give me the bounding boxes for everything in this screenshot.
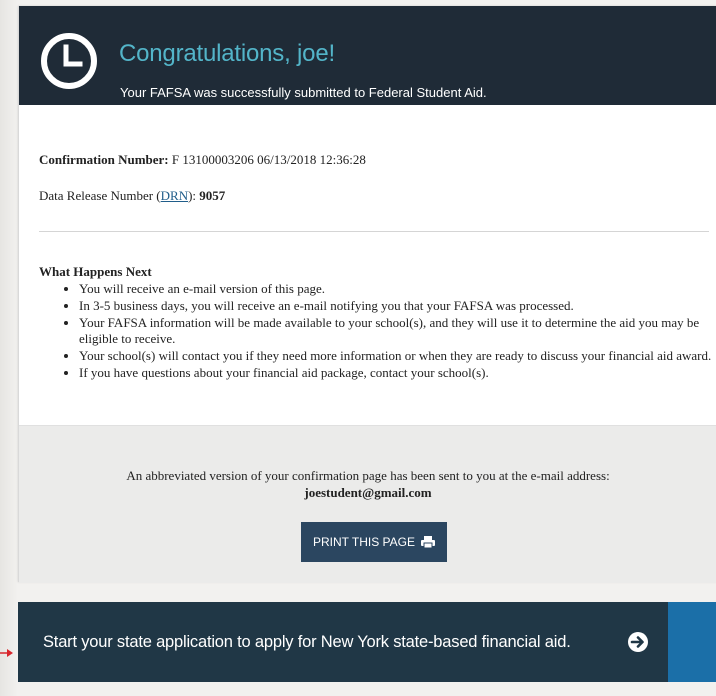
submission-message: Your FAFSA was successfully submitted to…	[120, 85, 487, 100]
divider	[39, 231, 709, 232]
email-notice-text: An abbreviated version of your confirmat…	[126, 468, 610, 483]
confirmation-card: Congratulations, joe! Your FAFSA was suc…	[18, 6, 716, 583]
annotation-arrow-icon	[0, 649, 13, 657]
clock-icon	[41, 33, 97, 89]
confirmation-details: Confirmation Number: F 13100003206 06/13…	[19, 105, 716, 204]
print-button-label: PRINT THIS PAGE	[312, 535, 416, 549]
printer-icon	[421, 536, 436, 548]
email-notice-panel: An abbreviated version of your confirmat…	[19, 425, 716, 583]
state-application-link[interactable]: Start your state application to apply fo…	[18, 633, 627, 652]
list-item: Your FAFSA information will be made avai…	[79, 315, 714, 347]
list-item: In 3-5 business days, you will receive a…	[79, 298, 714, 314]
section-title: What Happens Next	[39, 264, 152, 279]
drn-label-close: ):	[188, 188, 197, 203]
email-address: joestudent@gmail.com	[304, 485, 432, 500]
email-notice: An abbreviated version of your confirmat…	[19, 467, 716, 501]
page-title: Congratulations, joe!	[119, 40, 335, 67]
confirmation-number-row: Confirmation Number: F 13100003206 06/13…	[39, 152, 716, 168]
state-application-banner[interactable]: Start your state application to apply fo…	[18, 602, 668, 682]
next-steps-list: You will receive an e-mail version of th…	[39, 281, 714, 381]
page-left-edge	[0, 0, 18, 696]
drn-value: 9057	[199, 188, 226, 203]
drn-link[interactable]: DRN	[161, 188, 188, 203]
what-happens-next: What Happens Next You will receive an e-…	[39, 264, 714, 382]
arrow-right-circle-icon[interactable]	[627, 631, 649, 653]
list-item: You will receive an e-mail version of th…	[79, 281, 714, 297]
confirmation-number-label: Confirmation Number:	[39, 152, 169, 167]
print-button[interactable]: PRINT THIS PAGE	[301, 522, 447, 562]
confirmation-number-value: F 13100003206 06/13/2018 12:36:28	[171, 152, 366, 167]
confirmation-header: Congratulations, joe! Your FAFSA was suc…	[19, 6, 716, 105]
banner-side-panel	[668, 602, 716, 682]
list-item: If you have questions about your financi…	[79, 365, 714, 381]
list-item: Your school(s) will contact you if they …	[79, 348, 714, 364]
drn-label: Data Release Number (	[39, 188, 161, 203]
drn-row: Data Release Number (DRN): 9057	[39, 188, 716, 204]
